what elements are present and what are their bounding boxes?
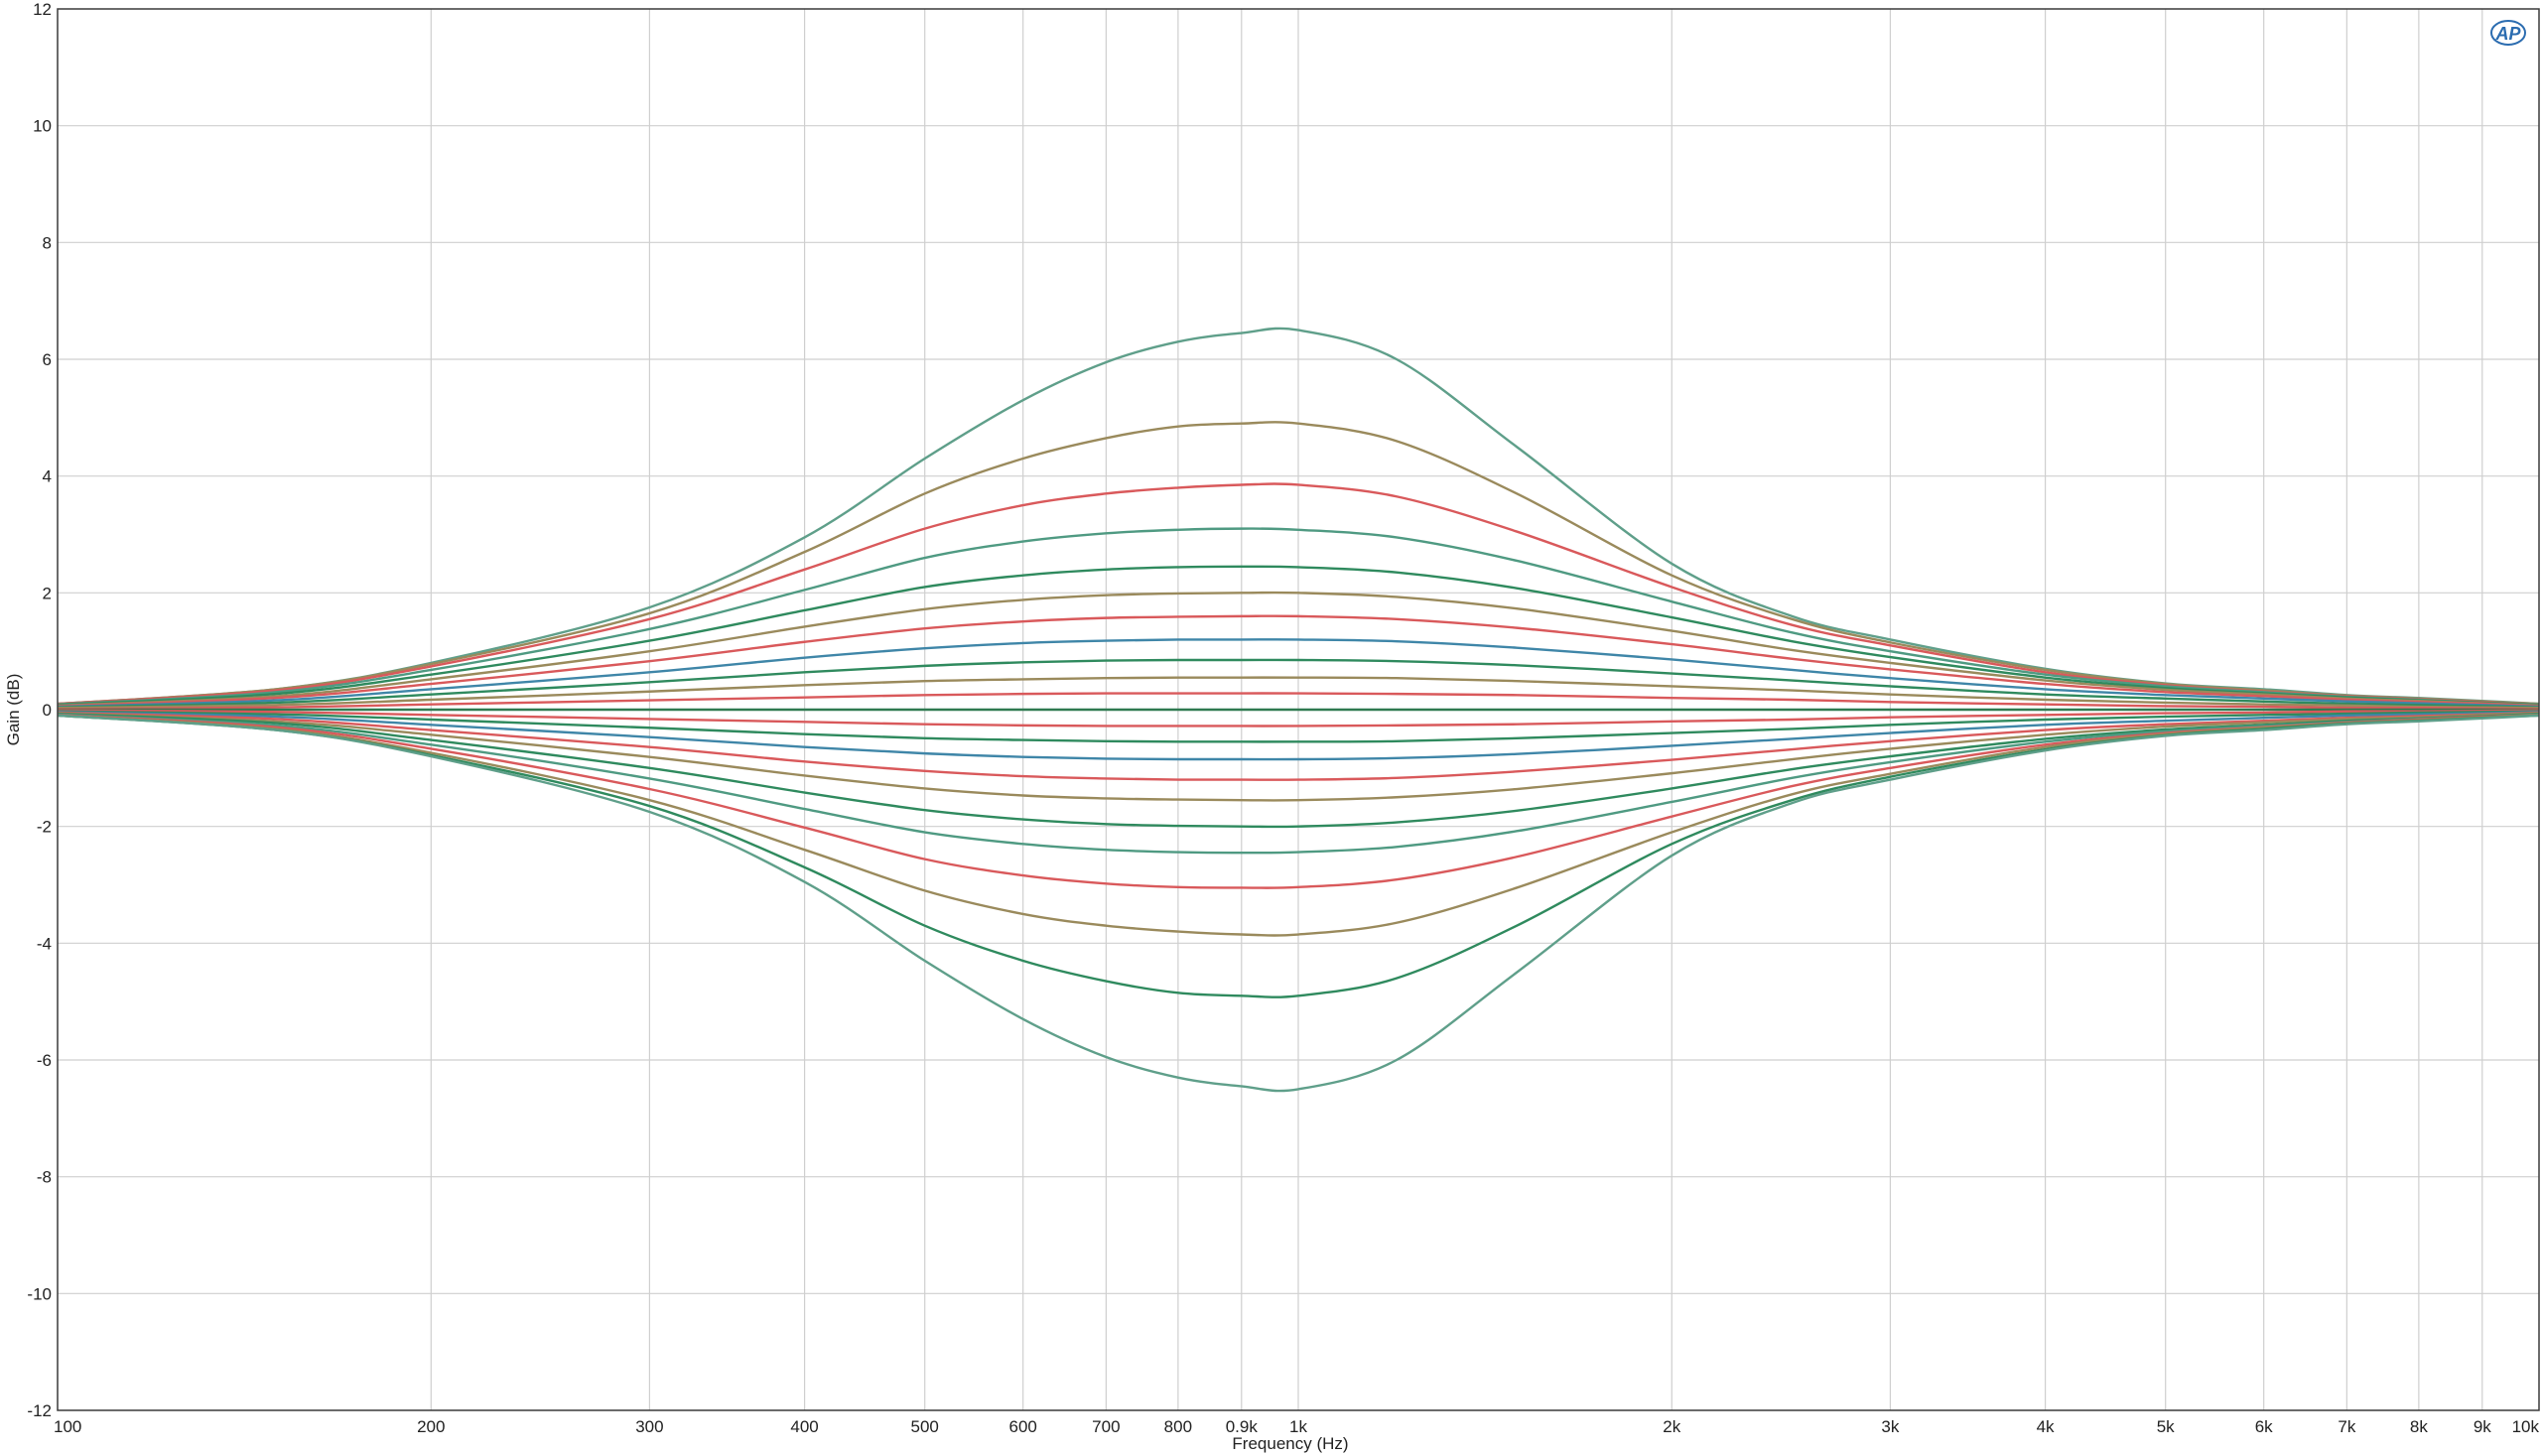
- x-tick-label: 100: [54, 1417, 81, 1436]
- y-axis-ticks: 12 10 8 6 4 2 0 -2 -4 -6 -8 -10 -12: [27, 0, 52, 1420]
- y-tick-label: 4: [43, 467, 52, 486]
- x-tick-label: 500: [911, 1417, 939, 1436]
- x-tick-label: 4k: [2037, 1417, 2055, 1436]
- x-tick-label: 300: [635, 1417, 663, 1436]
- y-tick-label: -2: [37, 818, 52, 837]
- chart-svg: 100 200 300 400 500 600 700 800 0.9k 1k 2k 3k 4k 5k 6k…: [4, 0, 2540, 1453]
- x-tick-label: 5k: [2157, 1417, 2175, 1436]
- y-tick-label: 10: [33, 117, 52, 136]
- y-tick-label: 12: [33, 0, 52, 19]
- x-tick-label: 6k: [2255, 1417, 2273, 1436]
- x-tick-label: 200: [417, 1417, 445, 1436]
- y-axis-title: Gain (dB): [4, 674, 23, 746]
- x-tick-label: 700: [1092, 1417, 1120, 1436]
- x-tick-label: 10k: [2512, 1417, 2540, 1436]
- y-tick-label: -8: [37, 1168, 52, 1187]
- x-tick-label: 400: [790, 1417, 818, 1436]
- x-axis-title: Frequency (Hz): [1232, 1434, 1348, 1453]
- x-tick-label: 600: [1009, 1417, 1037, 1436]
- x-tick-label: 9k: [2474, 1417, 2491, 1436]
- x-tick-label: 7k: [2338, 1417, 2355, 1436]
- y-tick-label: 0: [43, 701, 52, 720]
- ap-logo-icon: AP: [2490, 20, 2526, 46]
- y-tick-label: 2: [43, 584, 52, 602]
- y-tick-label: 6: [43, 350, 52, 369]
- y-tick-label: -10: [27, 1284, 52, 1303]
- y-tick-label: -6: [37, 1051, 52, 1070]
- y-tick-label: -4: [37, 934, 52, 953]
- x-tick-label: 2k: [1663, 1417, 1680, 1436]
- ap-logo-text: AP: [2494, 24, 2521, 44]
- x-tick-label: 3k: [1881, 1417, 1899, 1436]
- x-tick-label: 8k: [2410, 1417, 2428, 1436]
- y-tick-label: -12: [27, 1401, 52, 1420]
- y-tick-label: 8: [43, 233, 52, 252]
- frequency-response-chart: 100 200 300 400 500 600 700 800 0.9k 1k 2k 3k 4k 5k 6k…: [0, 0, 2541, 1456]
- x-tick-label: 800: [1164, 1417, 1192, 1436]
